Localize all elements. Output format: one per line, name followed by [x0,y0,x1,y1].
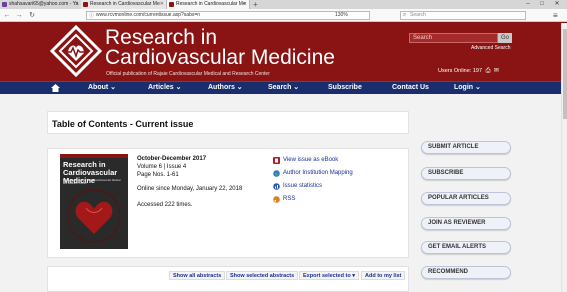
menu-item-authors[interactable]: Authors ⌄ [208,82,243,95]
new-tab-icon[interactable]: + [253,0,258,9]
go-button[interactable]: Go [498,33,512,43]
issue-pages: Page Nos. 1-61 [137,172,179,178]
tab-favicon-icon [169,2,174,7]
browser-tab[interactable]: Research in Cardiovascular Me ✕ [81,0,166,9]
tab-label: Research in Cardiovascular Me [90,1,160,7]
tab-label: Research in Cardiovascular Me [176,1,246,7]
issue-volume: Volume 6 | Issue 4 [137,164,187,170]
reload-icon[interactable]: ↻ [27,11,37,20]
issue-statistics-link[interactable]: Issue statistics [283,183,322,189]
globe-icon [273,170,280,177]
menu-item-subscribe[interactable]: Subscribe [328,82,362,95]
browser-search-input[interactable]: ⌕ Search [400,11,526,20]
address-bar[interactable]: ⓘ www.rcvmonline.com/currentissue.asp?sa… [86,11,370,20]
close-window-icon[interactable]: ✕ [550,0,564,9]
search-icon: ⌕ [403,12,407,18]
site-title[interactable]: Research in Cardiovascular Medicine [105,26,335,69]
statistics-icon [273,183,280,190]
recommend-button[interactable]: RECOMMEND [421,266,511,279]
get-email-alerts-button[interactable]: GET EMAIL ALERTS [421,241,511,254]
submit-article-button[interactable]: SUBMIT ARTICLE [421,141,511,154]
author-mapping-link[interactable]: Author Institution Mapping [283,170,353,176]
page-title: Table of Contents - Current issue [52,119,194,129]
browser-tab[interactable]: shahsavari65@yahoo.com - Ya ✕ [0,0,81,9]
journal-logo-icon[interactable] [50,25,102,77]
issue-accessed: Accessed 222 times. [137,202,193,208]
rss-link[interactable]: RSS [283,196,295,202]
menu-item-articles[interactable]: Articles ⌄ [148,82,182,95]
view-ebook-link[interactable]: View issue as eBook [283,157,338,163]
users-online: Users Online: 197 ⎙ ✉ [438,67,499,75]
site-header: Research in Cardiovascular Medicine Offi… [0,22,567,81]
browser-search-placeholder: Search [410,12,426,18]
site-search-input[interactable]: Search [409,33,498,43]
close-tab-icon[interactable]: ✕ [75,0,79,9]
export-selected-button[interactable]: Export selected to ▾ [299,271,359,280]
issue-online-since: Online since Monday, January 22, 2018 [137,186,243,192]
back-icon[interactable]: ← [2,11,12,20]
browser-tab-bar: shahsavari65@yahoo.com - Ya ✕ Research i… [0,0,567,9]
page-scrollbar[interactable] [561,23,567,292]
menu-item-about[interactable]: About ⌄ [88,82,116,95]
menu-item-contact[interactable]: Contact Us [392,82,429,95]
close-tab-icon[interactable]: ✕ [243,0,247,9]
email-icon[interactable]: ✉ [494,68,499,74]
home-icon[interactable] [51,84,60,92]
rss-icon [273,196,280,203]
issue-cover-image[interactable]: Research in Cardiovascular Medicine Offi… [60,154,128,249]
popular-articles-button[interactable]: POPULAR ARTICLES [421,192,511,205]
browser-nav-bar: ← → ↻ ⓘ www.rcvmonline.com/currentissue.… [0,9,567,22]
site-subtitle: Official publication of Rajaie Cardiovas… [106,71,270,77]
show-selected-abstracts-button[interactable]: Show selected abstracts [226,271,299,280]
join-as-reviewer-button[interactable]: JOIN AS REVIEWER [421,217,511,230]
issue-period: October-December 2017 [137,156,207,162]
forward-icon[interactable]: → [14,11,24,20]
main-menu: About ⌄ Articles ⌄ Authors ⌄ Search ⌄ Su… [0,81,567,94]
heart-illustration-icon [67,189,121,243]
browser-tab-active[interactable]: Research in Cardiovascular Me ✕ [166,0,250,9]
browser-menu-icon[interactable]: ≡ [553,11,558,20]
url-text: www.rcvmonline.com/currentissue.asp?sabs… [96,12,201,18]
users-online-text: Users Online: 197 [438,68,483,74]
info-icon: ⓘ [89,13,95,19]
advanced-search-link[interactable]: Advanced Search [471,45,510,51]
show-all-abstracts-button[interactable]: Show all abstracts [169,271,226,280]
maximize-icon[interactable]: □ [535,0,549,9]
menu-item-search[interactable]: Search ⌄ [268,82,299,95]
tab-favicon-icon [83,2,88,7]
add-to-list-button[interactable]: Add to my list [361,271,406,280]
dropdown-arrow-icon: ▾ [352,273,355,279]
zoom-level[interactable]: 130% [335,11,348,20]
cover-subtitle: Official publication of Rajaie Cardiovas… [63,179,121,185]
tab-favicon-icon [2,2,7,7]
minimize-icon[interactable]: – [521,0,535,9]
scrollbar-thumb[interactable] [563,29,567,119]
print-icon[interactable]: ⎙ [486,68,491,74]
site-title-line1: Research in [105,26,218,49]
close-tab-icon[interactable]: ✕ [160,0,164,9]
site-title-line2: Cardiovascular Medicine [105,46,335,69]
tab-label: shahsavari65@yahoo.com - Ya [9,1,79,7]
menu-item-login[interactable]: Login ⌄ [454,82,481,95]
subscribe-button[interactable]: SUBSCRIBE [421,167,511,180]
ebook-icon [273,157,280,164]
